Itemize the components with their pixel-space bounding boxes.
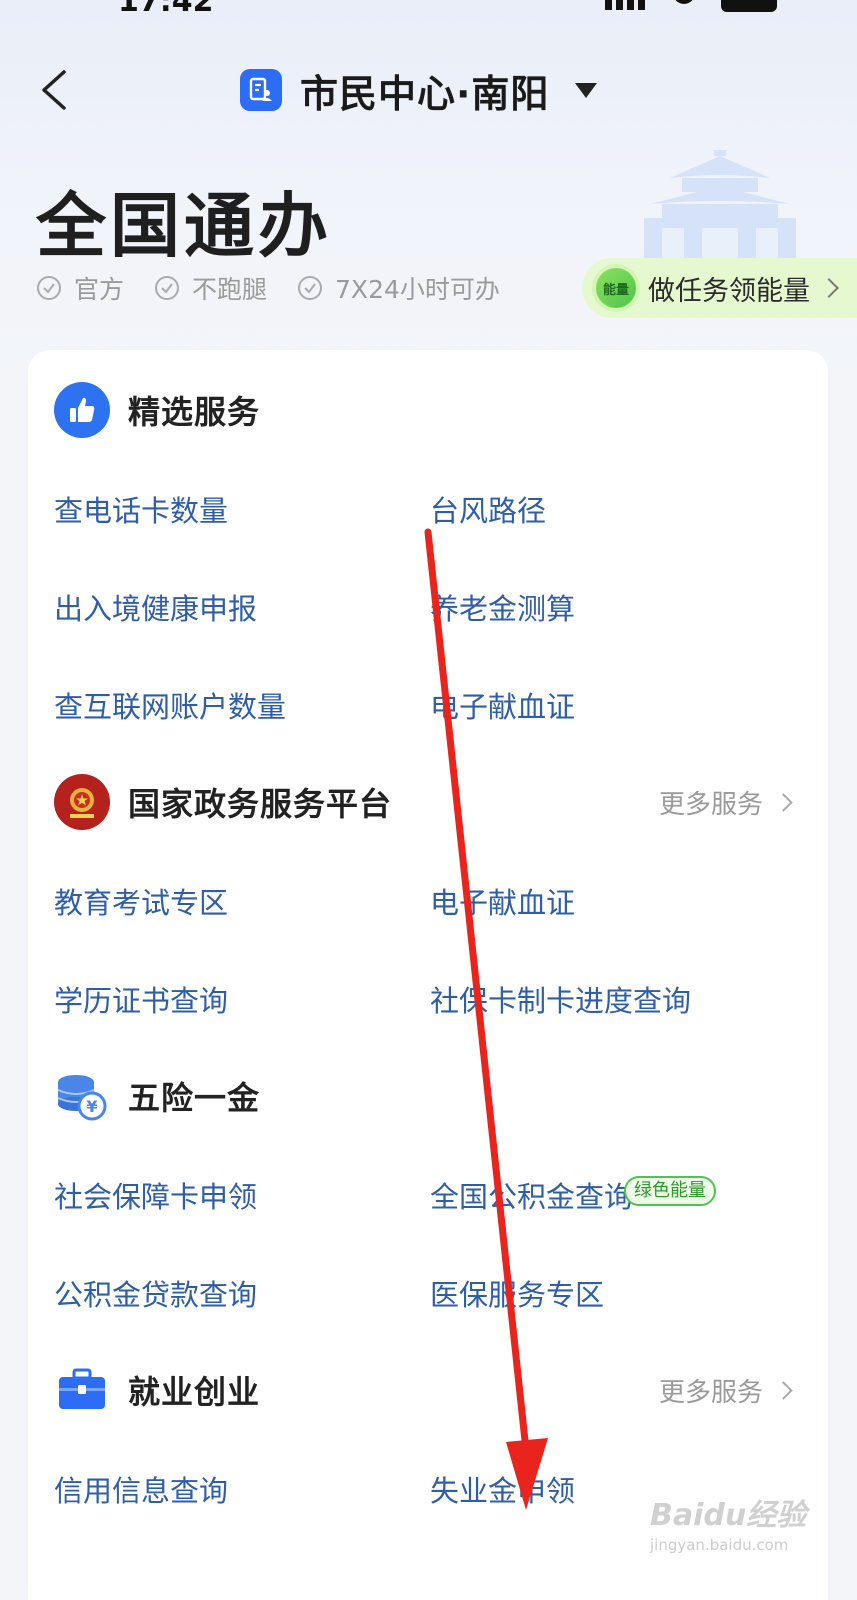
service-link[interactable]: 社保卡制卡进度查询 bbox=[430, 978, 691, 1020]
service-link[interactable]: 电子献血证 bbox=[430, 880, 575, 922]
service-link[interactable]: 失业金申领 bbox=[430, 1468, 575, 1510]
status-icons bbox=[605, 0, 777, 12]
chevron-right-icon bbox=[774, 792, 793, 812]
tag-label: 不跑腿 bbox=[192, 275, 268, 304]
section-title: 精选服务 bbox=[128, 393, 261, 431]
section-national-gov: 国家政务服务平台 更多服务 bbox=[54, 772, 814, 832]
national-emblem-icon bbox=[54, 774, 110, 830]
service-link[interactable]: 信用信息查询 bbox=[54, 1468, 228, 1510]
back-button[interactable] bbox=[36, 68, 76, 112]
caret-down-icon bbox=[575, 82, 598, 98]
wifi-icon bbox=[673, 0, 695, 4]
city-selector[interactable]: 市民中心·南阳 bbox=[240, 66, 598, 116]
signal-icon bbox=[605, 0, 647, 10]
tag-no-trip: 不跑腿 bbox=[154, 270, 267, 306]
service-link[interactable]: 全国公积金查询 bbox=[430, 1174, 633, 1216]
check-circle-icon bbox=[298, 276, 323, 300]
briefcase-icon bbox=[54, 1362, 110, 1418]
service-link[interactable]: 出入境健康申报 bbox=[54, 586, 257, 628]
check-circle-icon bbox=[155, 276, 180, 300]
service-link[interactable]: 电子献血证 bbox=[430, 684, 575, 726]
coins-yuan-icon: ¥ bbox=[54, 1068, 110, 1124]
citizen-center-icon bbox=[240, 69, 282, 111]
tag-label: 7X24小时可办 bbox=[335, 275, 500, 304]
section-insurance-fund: ¥ 五险一金 bbox=[54, 1066, 814, 1126]
tag-24-7: 7X24小时可办 bbox=[297, 270, 500, 306]
more-services-button[interactable]: 更多服务 bbox=[658, 1372, 793, 1409]
more-services-button[interactable]: 更多服务 bbox=[658, 784, 793, 821]
service-link[interactable]: 公积金贷款查询 bbox=[54, 1272, 257, 1314]
watermark-sub: jingyan.baidu.com bbox=[650, 1536, 789, 1554]
nav-title: 市民中心·南阳 bbox=[300, 71, 550, 116]
battery-icon bbox=[721, 0, 777, 12]
energy-task-button[interactable]: 能量 做任务领能量 bbox=[582, 258, 857, 318]
temple-illustration bbox=[644, 150, 796, 260]
service-link[interactable]: 医保服务专区 bbox=[430, 1272, 604, 1314]
page-title: 全国通办 bbox=[36, 185, 332, 267]
status-time: 17:42 bbox=[118, 0, 214, 19]
service-link[interactable]: 台风路径 bbox=[430, 488, 546, 530]
nav-bar: 市民中心·南阳 bbox=[0, 58, 857, 122]
service-link[interactable]: 教育考试专区 bbox=[54, 880, 228, 922]
check-circle-icon bbox=[37, 276, 61, 300]
chevron-right-icon bbox=[819, 278, 839, 298]
services-card: 精选服务 查电话卡数量 台风路径 出入境健康申报 养老金测算 查互联网账户数量 … bbox=[28, 350, 828, 1600]
service-link[interactable]: 养老金测算 bbox=[430, 586, 575, 628]
tag-official: 官方 bbox=[36, 270, 124, 306]
energy-task-label: 做任务领能量 bbox=[648, 275, 810, 307]
baidu-watermark: Baidu经验 jingyan.baidu.com bbox=[650, 1490, 806, 1554]
service-link[interactable]: 学历证书查询 bbox=[54, 978, 228, 1020]
svg-text:¥: ¥ bbox=[86, 1097, 97, 1116]
section-employment: 就业创业 更多服务 bbox=[54, 1360, 814, 1420]
section-title: 五险一金 bbox=[128, 1079, 261, 1117]
feature-tags: 官方 不跑腿 7X24小时可办 bbox=[36, 270, 500, 306]
chevron-right-icon bbox=[774, 1380, 793, 1400]
status-bar: 17:42 bbox=[0, 0, 857, 19]
section-title: 国家政务服务平台 bbox=[128, 785, 393, 823]
more-services-label: 更多服务 bbox=[658, 1377, 763, 1408]
tag-label: 官方 bbox=[74, 275, 125, 304]
service-link[interactable]: 查电话卡数量 bbox=[54, 488, 228, 530]
section-featured: 精选服务 bbox=[54, 380, 814, 440]
chevron-left-icon bbox=[42, 70, 66, 110]
watermark-main: Baidu经验 bbox=[650, 1498, 807, 1533]
service-link[interactable]: 社会保障卡申领 bbox=[54, 1174, 257, 1216]
energy-badge-icon: 能量 bbox=[596, 268, 636, 308]
service-link[interactable]: 查互联网账户数量 bbox=[54, 684, 286, 726]
more-services-label: 更多服务 bbox=[658, 789, 763, 820]
section-title: 就业创业 bbox=[128, 1373, 261, 1411]
thumbs-up-icon bbox=[54, 382, 110, 438]
green-energy-badge: 绿色能量 bbox=[624, 1176, 716, 1206]
